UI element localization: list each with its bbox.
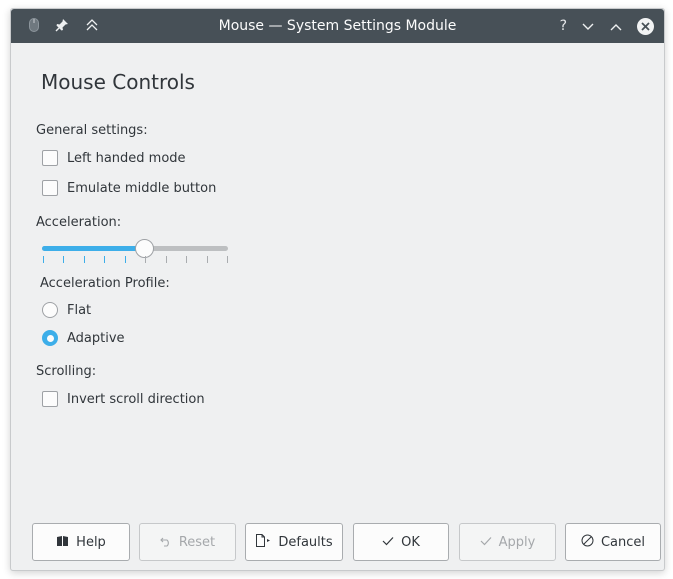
settings-content: Mouse Controls General settings: Left ha… <box>11 43 664 572</box>
scrolling-heading: Scrolling: <box>36 364 97 379</box>
invert-scroll-checkbox[interactable] <box>42 391 58 407</box>
invert-scroll-checkbox-row[interactable]: Invert scroll direction <box>42 391 205 407</box>
acceleration-heading: Acceleration: <box>36 215 122 230</box>
slider-tick <box>186 256 187 263</box>
profile-flat-radio[interactable] <box>42 302 58 318</box>
profile-adaptive-radio-row[interactable]: Adaptive <box>42 330 125 346</box>
titlebar-right-icons: ? <box>560 9 654 43</box>
slider-tick <box>166 256 167 263</box>
profile-flat-label: Flat <box>67 302 92 318</box>
general-settings-heading: General settings: <box>36 123 148 138</box>
ok-button[interactable]: OK <box>353 523 449 561</box>
undo-icon <box>160 535 172 550</box>
radio-selected-dot <box>46 334 54 342</box>
left-handed-mode-checkbox-row[interactable]: Left handed mode <box>42 150 186 166</box>
emulate-middle-button-checkbox-row[interactable]: Emulate middle button <box>42 180 216 196</box>
acceleration-slider[interactable] <box>42 239 230 268</box>
reset-button-label: Reset <box>178 534 216 550</box>
slider-tick <box>125 256 126 263</box>
help-book-icon <box>56 535 69 550</box>
document-defaults-icon <box>255 534 271 550</box>
check-icon <box>382 536 394 549</box>
close-icon[interactable] <box>637 17 654 35</box>
emulate-middle-button-checkbox[interactable] <box>42 180 58 196</box>
minimize-icon[interactable] <box>581 17 595 36</box>
cancel-button-label: Cancel <box>600 534 646 550</box>
reset-button[interactable]: Reset <box>139 523 236 561</box>
invert-scroll-label: Invert scroll direction <box>67 391 205 407</box>
profile-flat-radio-row[interactable]: Flat <box>42 302 91 318</box>
cancel-icon <box>581 534 594 550</box>
slider-fill <box>42 246 144 251</box>
profile-adaptive-radio[interactable] <box>42 330 58 346</box>
help-button[interactable]: Help <box>32 523 130 561</box>
ok-button-label: OK <box>401 534 420 550</box>
apply-button[interactable]: Apply <box>459 523 556 561</box>
slider-tick <box>207 256 208 263</box>
title-bar[interactable]: Mouse — System Settings Module ? <box>11 9 664 43</box>
page-title: Mouse Controls <box>41 70 195 94</box>
settings-window: Mouse — System Settings Module ? Mouse C… <box>10 8 665 571</box>
profile-adaptive-label: Adaptive <box>67 330 125 346</box>
slider-tick <box>63 256 64 263</box>
maximize-icon[interactable] <box>609 17 623 36</box>
slider-tick <box>104 256 105 263</box>
acceleration-profile-heading: Acceleration Profile: <box>40 276 170 291</box>
cancel-button[interactable]: Cancel <box>565 523 661 561</box>
slider-tick <box>145 256 146 263</box>
defaults-button[interactable]: Defaults <box>245 523 343 561</box>
left-handed-mode-checkbox[interactable] <box>42 150 58 166</box>
slider-tick <box>84 256 85 263</box>
defaults-button-label: Defaults <box>278 534 333 550</box>
apply-button-label: Apply <box>498 534 536 550</box>
left-handed-mode-label: Left handed mode <box>67 150 186 166</box>
check-icon <box>480 536 492 549</box>
emulate-middle-button-label: Emulate middle button <box>67 180 217 196</box>
help-icon[interactable]: ? <box>560 19 567 33</box>
slider-tick <box>227 256 228 263</box>
slider-tick <box>43 256 44 263</box>
help-button-label: Help <box>76 534 106 550</box>
